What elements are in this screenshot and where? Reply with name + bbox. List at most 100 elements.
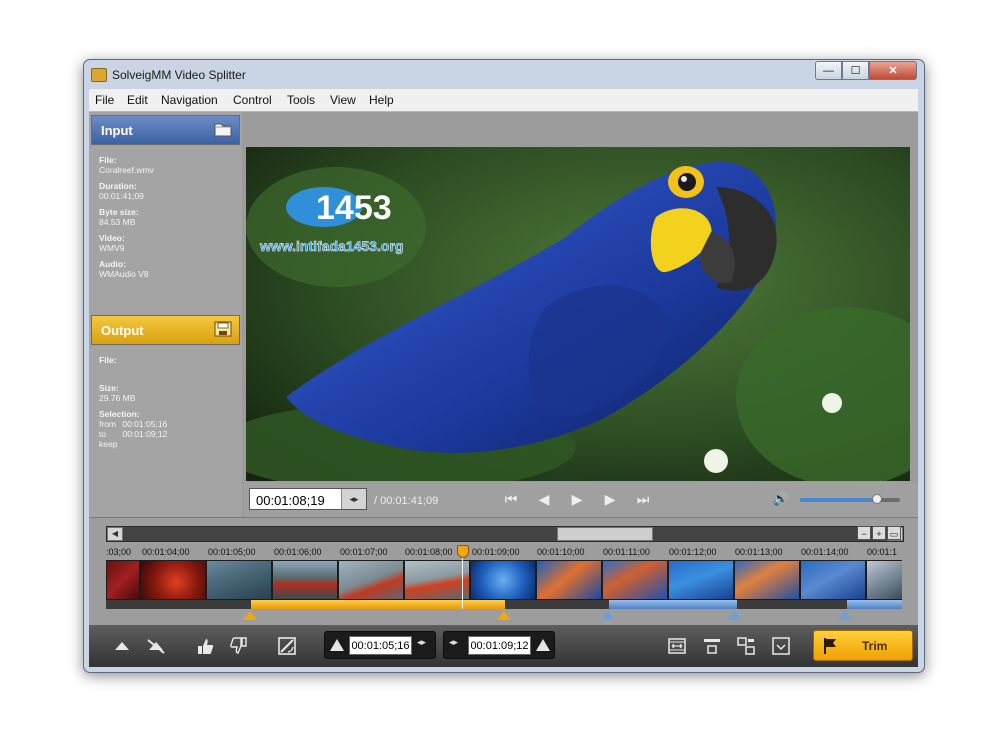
marker[interactable] bbox=[601, 611, 615, 620]
input-header[interactable]: Input bbox=[91, 115, 240, 145]
volume-knob[interactable] bbox=[872, 494, 882, 504]
time-step-icon[interactable]: ◂▸ bbox=[341, 489, 366, 509]
selected-segment[interactable] bbox=[251, 600, 505, 609]
edit-toolbar: 00:01:05;16 ◂▸ ◂▸ 00:01:09;12 Trim bbox=[89, 625, 918, 667]
thumbnail bbox=[339, 561, 403, 599]
menu-file[interactable]: File bbox=[95, 93, 114, 107]
start-time-field[interactable]: 00:01:05;16 bbox=[349, 636, 412, 655]
speaker-icon[interactable]: 🔊 bbox=[772, 491, 790, 507]
thumbnail bbox=[405, 561, 469, 599]
watermark-url: www.intifada1453.org bbox=[259, 238, 403, 254]
ruler-label: 00:01:07;00 bbox=[340, 547, 388, 557]
ruler-label: 00:01:06;00 bbox=[274, 547, 322, 557]
thumbnail bbox=[867, 561, 902, 599]
maximize-button[interactable]: ☐ bbox=[842, 61, 869, 80]
trim-label: Trim bbox=[862, 639, 888, 653]
current-time: 00:01:08;19 bbox=[256, 493, 325, 508]
duration-label: Duration: bbox=[99, 181, 137, 191]
menu-bar: File Edit Navigation Control Tools View … bbox=[89, 89, 918, 112]
thumbnail bbox=[471, 561, 535, 599]
input-title: Input bbox=[101, 123, 133, 138]
save-icon[interactable] bbox=[214, 321, 232, 337]
cut-start-icon[interactable] bbox=[701, 635, 723, 657]
fit-segment-icon[interactable] bbox=[666, 635, 688, 657]
scroll-thumb[interactable] bbox=[557, 527, 653, 541]
play-icon[interactable]: ▶ bbox=[565, 490, 589, 508]
ruler-label: 00:01:11;00 bbox=[603, 547, 650, 557]
step-forward-icon[interactable]: ▶ bbox=[598, 490, 622, 508]
selection-end-box[interactable]: ◂▸ 00:01:09;12 bbox=[443, 631, 555, 659]
app-icon bbox=[91, 68, 107, 82]
zoom-fit-icon[interactable]: ▭ bbox=[887, 526, 901, 540]
thumbnail bbox=[107, 561, 139, 599]
video-label: Video: bbox=[99, 233, 125, 243]
delete-marker-icon[interactable] bbox=[145, 635, 167, 657]
keep-value: keep bbox=[99, 439, 118, 449]
end-time-field[interactable]: 00:01:09;12 bbox=[468, 636, 531, 655]
ruler-label: 00:01:08;00 bbox=[405, 547, 453, 557]
playhead-line bbox=[462, 558, 463, 609]
current-time-field[interactable]: 00:01:08;19 ◂▸ bbox=[249, 488, 367, 510]
title-bar: SolveigMM Video Splitter — ☐ ✕ bbox=[84, 60, 924, 88]
add-marker-icon[interactable] bbox=[111, 635, 133, 657]
start-step-icon[interactable]: ◂▸ bbox=[417, 637, 426, 648]
menu-help[interactable]: Help bbox=[369, 93, 394, 107]
ruler-label: 00:01:14;00 bbox=[801, 547, 849, 557]
audio-label: Audio: bbox=[99, 259, 126, 269]
keep-segment-icon[interactable] bbox=[194, 635, 216, 657]
playhead[interactable] bbox=[457, 545, 469, 558]
zoom-out-icon[interactable]: − bbox=[857, 526, 871, 540]
menu-control[interactable]: Control bbox=[233, 93, 272, 107]
video-frame[interactable]: 1453 www.intifada1453.org bbox=[246, 147, 910, 481]
step-back-icon[interactable]: ◀ bbox=[532, 490, 556, 508]
segment-bar[interactable] bbox=[106, 600, 902, 609]
marker[interactable] bbox=[838, 611, 852, 620]
output-header[interactable]: Output bbox=[91, 315, 240, 345]
next-keyframe-icon[interactable]: ⏭ bbox=[631, 490, 655, 508]
trim-button[interactable]: Trim bbox=[813, 630, 913, 661]
ruler-label: 00:01:13;00 bbox=[735, 547, 783, 557]
cut-end-icon[interactable] bbox=[770, 635, 792, 657]
end-marker[interactable] bbox=[497, 611, 511, 620]
ruler-label: :03;00 bbox=[106, 547, 132, 557]
close-button[interactable]: ✕ bbox=[869, 61, 917, 80]
menu-tools[interactable]: Tools bbox=[287, 93, 315, 107]
menu-navigation[interactable]: Navigation bbox=[161, 93, 218, 107]
thumbnail bbox=[801, 561, 865, 599]
selection-start-box[interactable]: 00:01:05;16 ◂▸ bbox=[324, 631, 436, 659]
file-value: Coralreef.wmv bbox=[99, 165, 154, 175]
start-marker[interactable] bbox=[243, 611, 257, 620]
invert-selection-icon[interactable] bbox=[276, 635, 298, 657]
ruler-label: 00:01:10;00 bbox=[537, 547, 585, 557]
menu-view[interactable]: View bbox=[330, 93, 356, 107]
end-marker-icon bbox=[536, 639, 550, 651]
zoom-in-icon[interactable]: + bbox=[872, 526, 886, 540]
minimize-button[interactable]: — bbox=[815, 61, 842, 80]
ruler-label: 00:01:1 bbox=[867, 547, 898, 557]
flag-icon bbox=[824, 638, 836, 654]
player-controls: 00:01:08;19 ◂▸ / 00:01:41;09 ⏮ ◀ ▶ ▶ ⏭ 🔊 bbox=[244, 482, 918, 517]
bytesize-label: Byte size: bbox=[99, 207, 139, 217]
watermark-logo: 1453 bbox=[316, 189, 392, 227]
segment[interactable] bbox=[609, 600, 737, 609]
size-label: Size: bbox=[99, 383, 119, 393]
timeline-scrollbar[interactable]: ◀ ▶ bbox=[106, 526, 904, 542]
start-marker-icon bbox=[330, 639, 344, 651]
thumbnail bbox=[207, 561, 271, 599]
end-step-icon[interactable]: ◂▸ bbox=[449, 637, 458, 648]
segment[interactable] bbox=[847, 600, 902, 609]
thumbnail-strip[interactable] bbox=[106, 560, 902, 600]
thumbnail bbox=[537, 561, 601, 599]
menu-edit[interactable]: Edit bbox=[127, 93, 148, 107]
split-icon[interactable] bbox=[735, 635, 757, 657]
app-window: SolveigMM Video Splitter — ☐ ✕ File Edit… bbox=[83, 59, 925, 673]
marker[interactable] bbox=[728, 611, 742, 620]
info-sidebar: Input File: Coralreef.wmv Duration: 00:0… bbox=[89, 112, 242, 517]
ruler-label: 00:01:05;00 bbox=[208, 547, 256, 557]
selection-from: from 00:01:05;16 bbox=[99, 419, 167, 429]
prev-keyframe-icon[interactable]: ⏮ bbox=[499, 490, 523, 508]
remove-segment-icon[interactable] bbox=[228, 635, 250, 657]
folder-icon[interactable] bbox=[214, 121, 232, 137]
volume-slider[interactable] bbox=[800, 494, 900, 504]
scroll-left-icon[interactable]: ◀ bbox=[107, 527, 123, 541]
